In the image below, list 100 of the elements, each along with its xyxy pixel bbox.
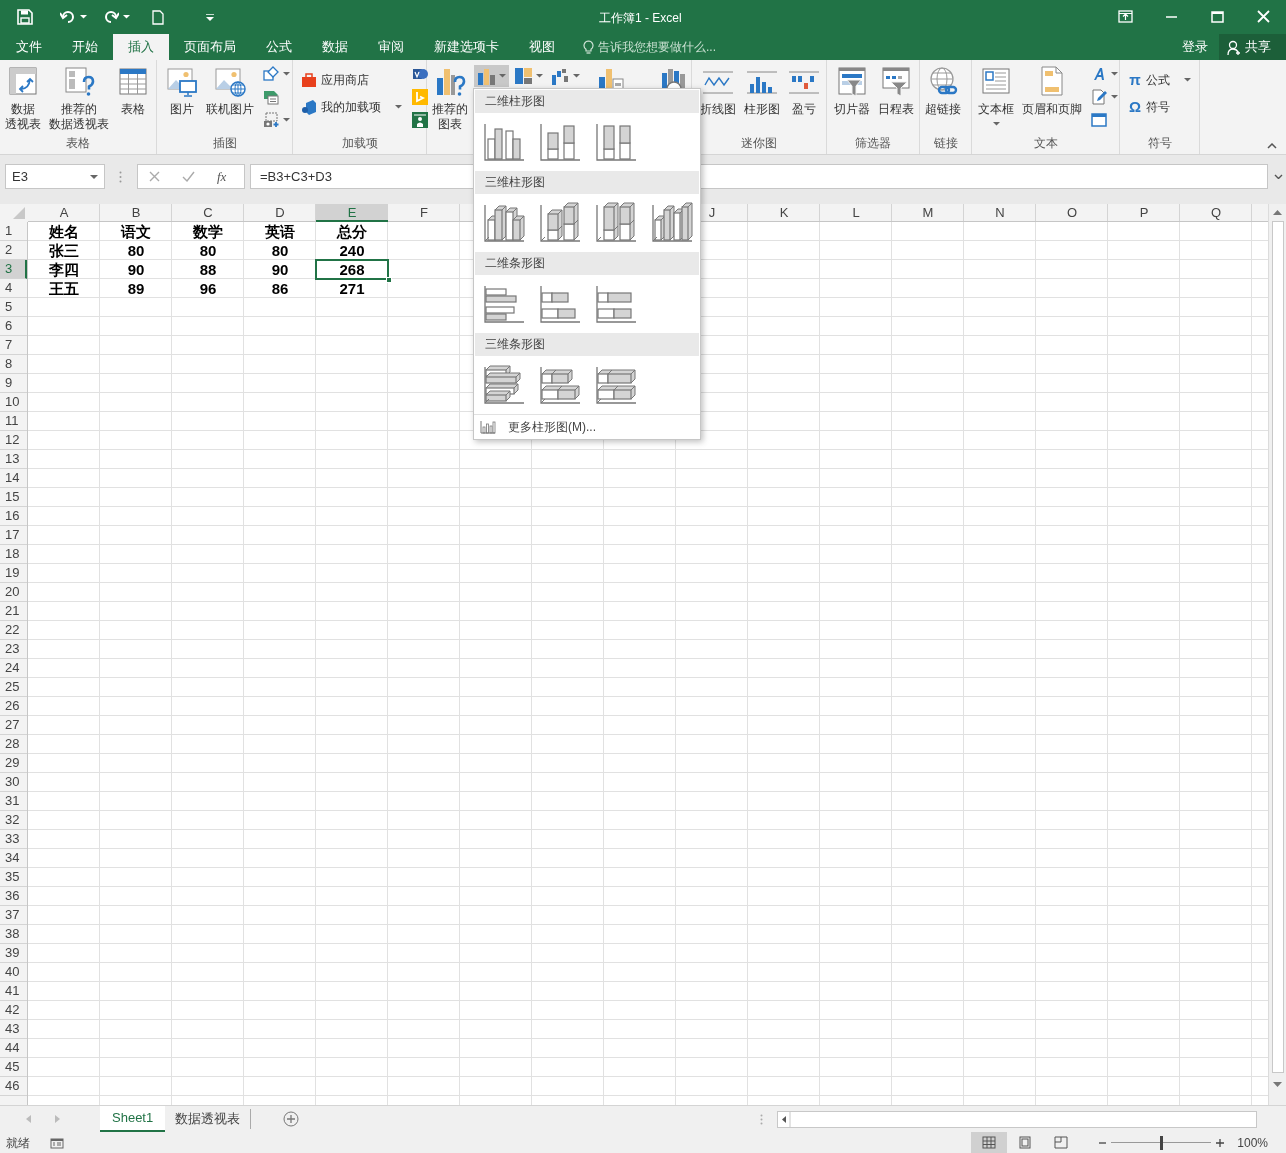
table-cell[interactable]: 语文 bbox=[100, 222, 172, 241]
row-header[interactable]: 15 bbox=[0, 488, 27, 507]
ribbon-button[interactable]: 页眉和页脚 bbox=[1019, 65, 1085, 117]
row-header[interactable]: 11 bbox=[0, 412, 27, 431]
object-icon[interactable] bbox=[1091, 112, 1107, 128]
ribbon-button[interactable]: 数据 透视表 bbox=[2, 65, 44, 132]
table-cell[interactable]: 271 bbox=[316, 279, 388, 298]
row-header[interactable]: 8 bbox=[0, 355, 27, 374]
column-header[interactable]: Q bbox=[1180, 204, 1252, 222]
table-cell[interactable]: 90 bbox=[100, 260, 172, 279]
undo-icon[interactable] bbox=[60, 10, 76, 24]
view-button[interactable] bbox=[971, 1132, 1008, 1153]
caret-icon[interactable] bbox=[283, 72, 290, 76]
column-header[interactable]: E bbox=[316, 204, 388, 222]
row-header[interactable]: 17 bbox=[0, 526, 27, 545]
row-header[interactable]: 31 bbox=[0, 792, 27, 811]
ribbon-button[interactable]: 我的加载项 bbox=[301, 98, 402, 116]
row-header[interactable]: 18 bbox=[0, 545, 27, 564]
table-cell[interactable]: 80 bbox=[100, 241, 172, 260]
ribbon-tab[interactable]: 文件 bbox=[1, 34, 57, 60]
cancel-icon[interactable] bbox=[149, 171, 160, 182]
sheet-tab[interactable]: 数据透视表 bbox=[165, 1109, 252, 1129]
people-graph-icon[interactable] bbox=[412, 112, 428, 128]
column-header[interactable]: N bbox=[964, 204, 1036, 222]
zoom-in-icon[interactable] bbox=[1216, 1138, 1225, 1147]
row-header[interactable]: 4 bbox=[0, 279, 27, 298]
row-header[interactable]: 43 bbox=[0, 1020, 27, 1039]
ribbon-button[interactable]: 日程表 bbox=[875, 65, 917, 117]
column-header[interactable]: A bbox=[28, 204, 100, 222]
table-cell[interactable]: 英语 bbox=[244, 222, 316, 241]
scroll-down-icon[interactable] bbox=[1273, 1082, 1282, 1087]
ribbon-display-options-icon[interactable] bbox=[1117, 10, 1133, 24]
caret-icon[interactable] bbox=[123, 15, 130, 19]
close-icon[interactable] bbox=[1255, 10, 1271, 24]
row-header[interactable]: 13 bbox=[0, 450, 27, 469]
table-cell[interactable]: 王五 bbox=[28, 279, 100, 298]
column-header[interactable]: O bbox=[1036, 204, 1108, 222]
caret-icon[interactable] bbox=[1111, 95, 1118, 99]
visio-icon[interactable] bbox=[412, 66, 428, 82]
row-header[interactable]: 23 bbox=[0, 640, 27, 659]
row-header[interactable]: 26 bbox=[0, 697, 27, 716]
scroll-up-icon[interactable] bbox=[1273, 210, 1282, 215]
macro-record-icon[interactable] bbox=[50, 1136, 64, 1149]
table-cell[interactable]: 张三 bbox=[28, 241, 100, 260]
smartart-icon[interactable] bbox=[263, 89, 279, 105]
row-header[interactable]: 6 bbox=[0, 317, 27, 336]
ribbon-button[interactable]: 柱形图 bbox=[741, 65, 783, 117]
caret-icon[interactable] bbox=[395, 105, 402, 109]
table-cell[interactable]: 姓名 bbox=[28, 222, 100, 241]
ribbon-button[interactable]: 联机图片 bbox=[203, 65, 257, 117]
horizontal-scrollbar[interactable] bbox=[777, 1110, 1258, 1128]
ribbon-button[interactable]: 推荐的 数据透视表 bbox=[46, 65, 112, 132]
3d-clustered-bar-icon[interactable] bbox=[482, 363, 526, 406]
row-header[interactable]: 22 bbox=[0, 621, 27, 640]
column-header[interactable]: D bbox=[244, 204, 316, 222]
row-header[interactable]: 32 bbox=[0, 811, 27, 830]
redo-icon[interactable] bbox=[103, 10, 119, 24]
table-cell[interactable]: 数学 bbox=[172, 222, 244, 241]
row-header[interactable]: 30 bbox=[0, 773, 27, 792]
dropdown-arrow-icon[interactable] bbox=[90, 174, 98, 179]
row-header[interactable]: 16 bbox=[0, 507, 27, 526]
new-document-icon[interactable] bbox=[152, 9, 164, 25]
row-header[interactable]: 41 bbox=[0, 982, 27, 1001]
wordart-icon[interactable] bbox=[1091, 66, 1107, 82]
caret-icon[interactable] bbox=[536, 74, 543, 78]
row-header[interactable]: 21 bbox=[0, 602, 27, 621]
screenshot-icon[interactable] bbox=[263, 112, 279, 128]
ribbon-button[interactable]: 文本框 bbox=[975, 65, 1017, 126]
caret-icon[interactable] bbox=[283, 118, 290, 122]
customize-toolbar-icon[interactable] bbox=[206, 13, 214, 21]
row-header[interactable]: 36 bbox=[0, 887, 27, 906]
ribbon-tab[interactable]: 审阅 bbox=[363, 34, 419, 60]
row-header[interactable]: 34 bbox=[0, 849, 27, 868]
row-header[interactable]: 25 bbox=[0, 678, 27, 697]
3d-stacked-column-icon[interactable] bbox=[538, 201, 582, 244]
ribbon-tab[interactable]: 新建选项卡 bbox=[419, 34, 514, 60]
column-header[interactable]: P bbox=[1108, 204, 1180, 222]
row-header[interactable]: 37 bbox=[0, 906, 27, 925]
row-header[interactable]: 42 bbox=[0, 1001, 27, 1020]
ribbon-button[interactable]: Ω 符号 bbox=[1128, 98, 1191, 116]
row-header[interactable]: 19 bbox=[0, 564, 27, 583]
enter-icon[interactable] bbox=[182, 171, 195, 182]
scrollbar-thumb[interactable] bbox=[1271, 221, 1284, 1073]
chart-type-button[interactable] bbox=[474, 65, 509, 87]
zoom-slider-thumb[interactable] bbox=[1160, 1135, 1164, 1150]
table-cell[interactable]: 240 bbox=[316, 241, 388, 260]
row-header[interactable]: 5 bbox=[0, 298, 27, 317]
ribbon-tab[interactable]: 插入 bbox=[113, 34, 169, 60]
zoom-level[interactable]: 100% bbox=[1237, 1133, 1268, 1152]
ribbon-button[interactable]: 折线图 bbox=[697, 65, 739, 117]
column-header[interactable]: M bbox=[892, 204, 964, 222]
table-cell[interactable]: 86 bbox=[244, 279, 316, 298]
sign-in-link[interactable]: 登录 bbox=[1182, 37, 1208, 57]
signature-icon[interactable] bbox=[1091, 89, 1107, 105]
row-header[interactable]: 10 bbox=[0, 393, 27, 412]
row-header[interactable]: 35 bbox=[0, 868, 27, 887]
row-header[interactable]: 1 bbox=[0, 222, 27, 241]
3d-full-stacked-column-icon[interactable] bbox=[594, 201, 638, 244]
ribbon-tab[interactable]: 公式 bbox=[251, 34, 307, 60]
caret-icon[interactable] bbox=[992, 122, 1000, 126]
